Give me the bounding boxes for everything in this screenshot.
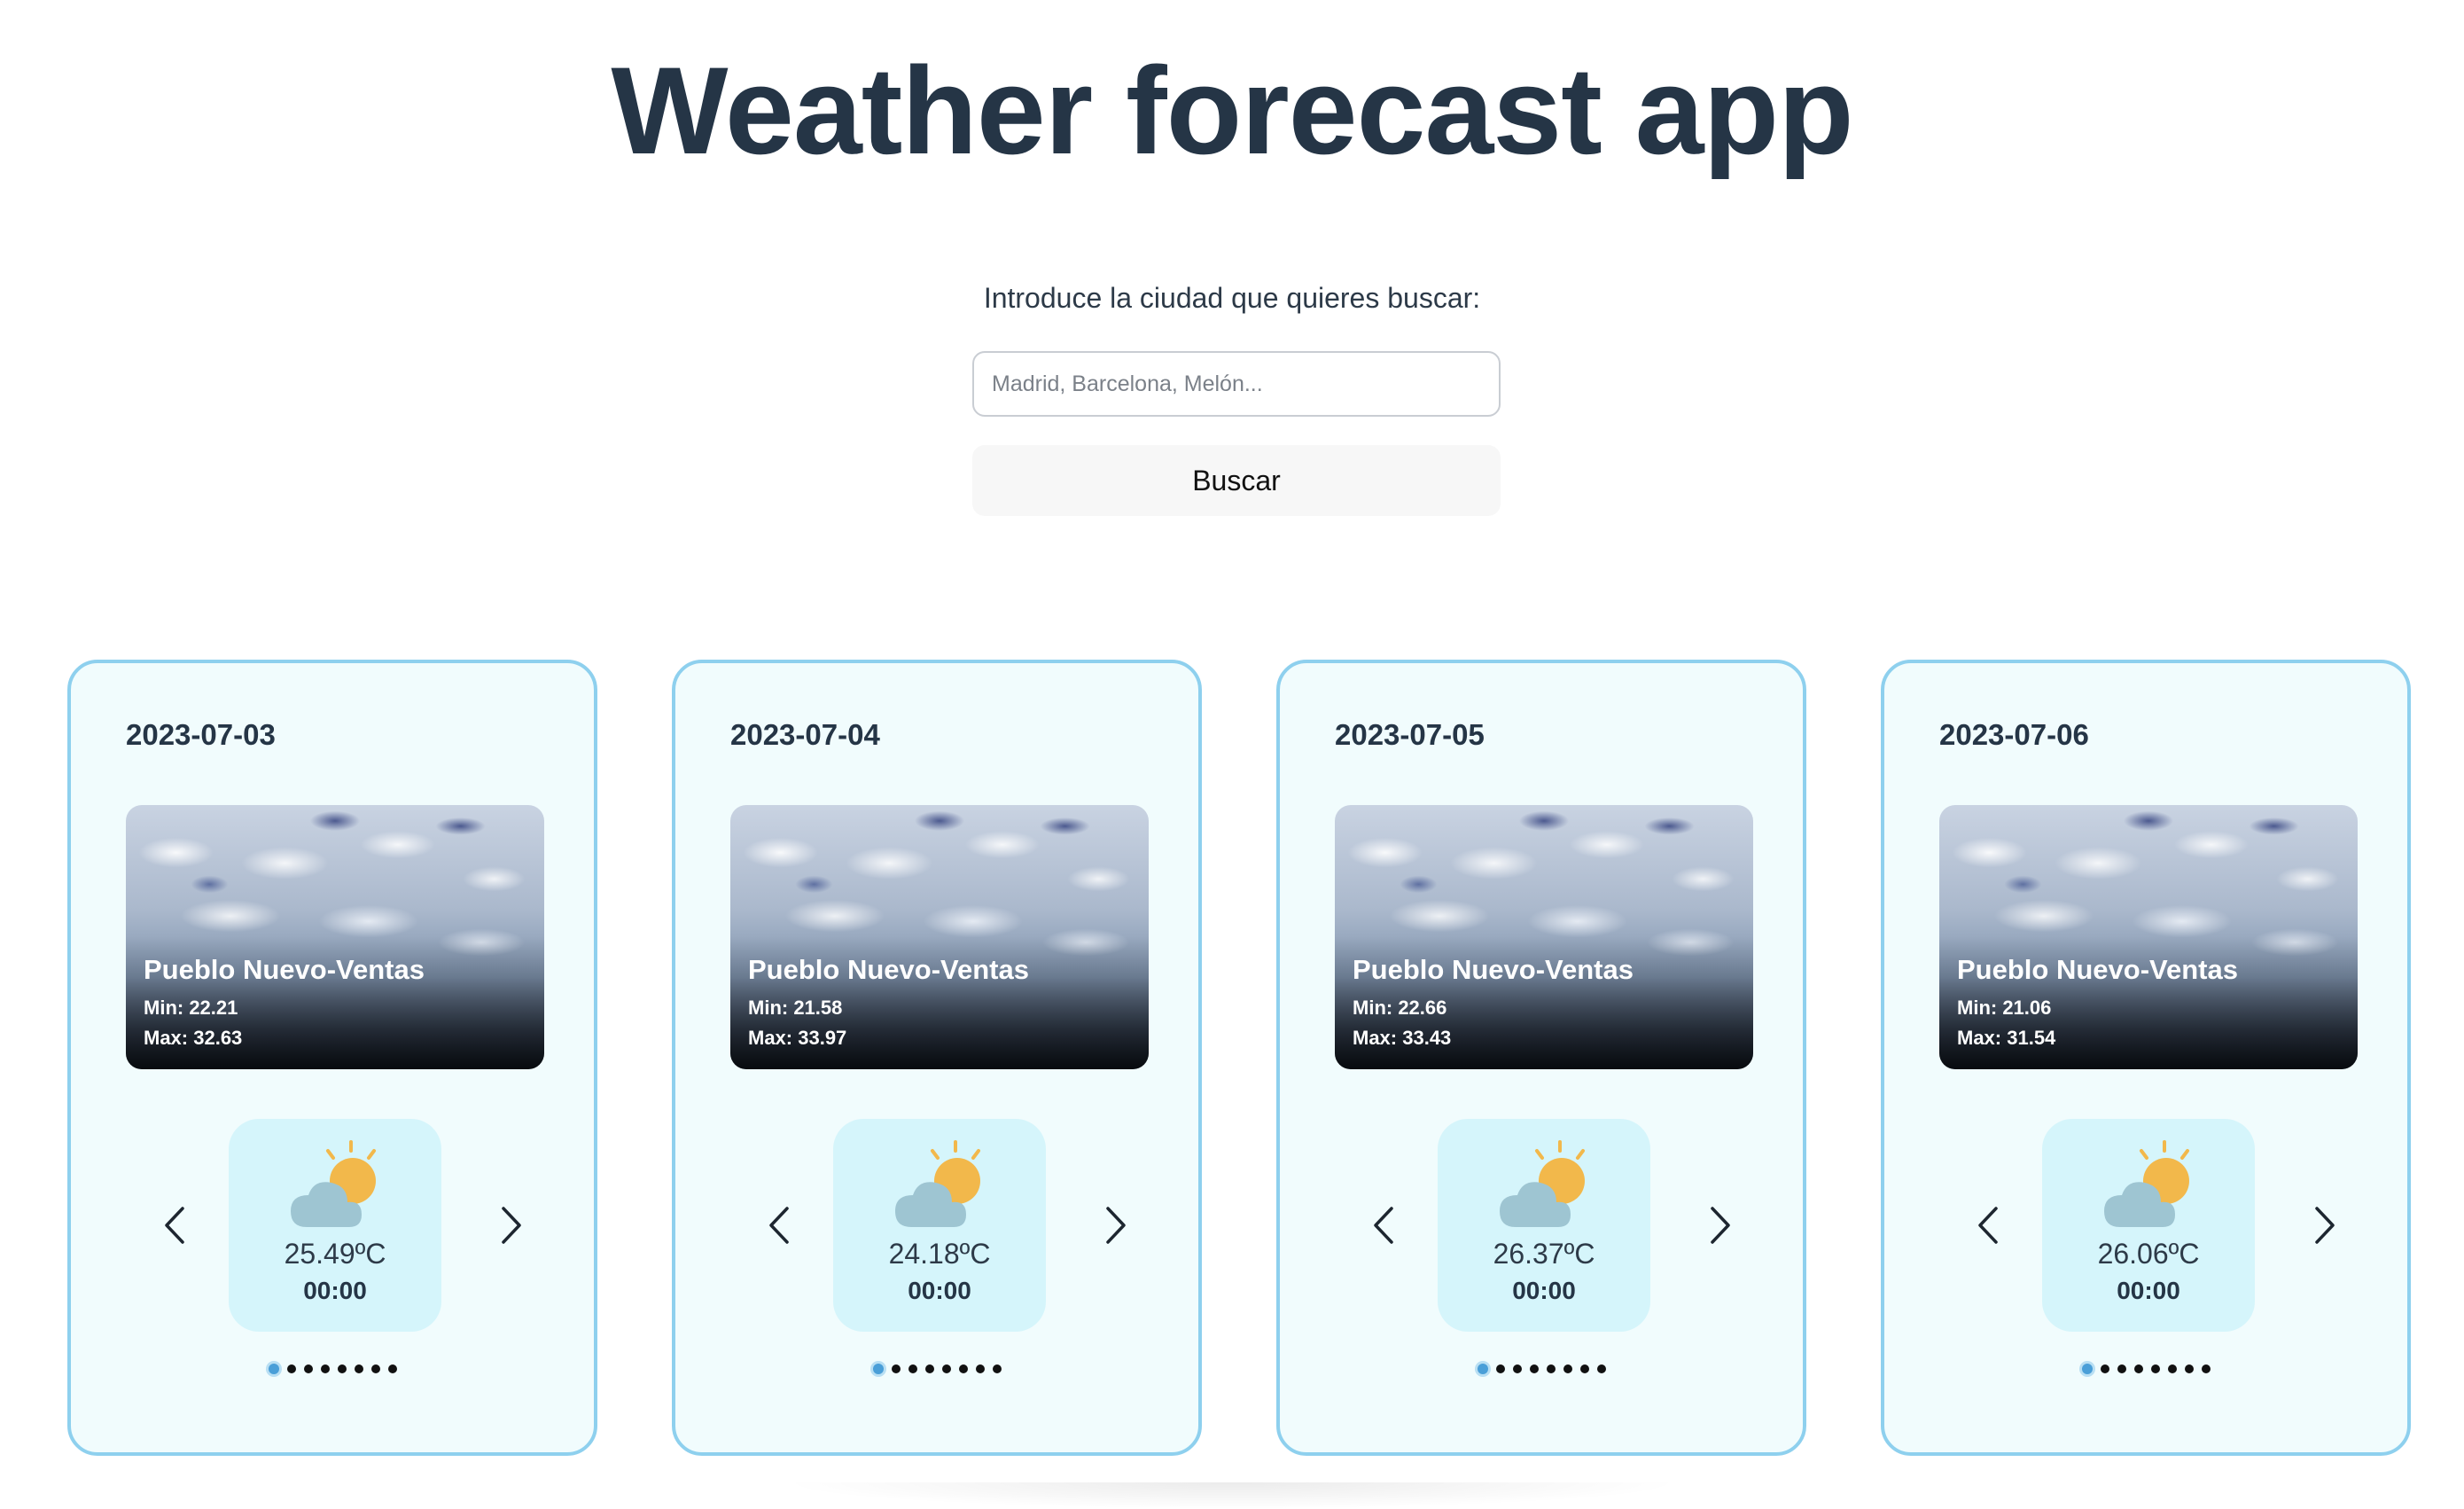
max-temp: Max: 33.97 [748,1027,847,1049]
city-photo: Pueblo Nuevo-Ventas Min: 21.58 Max: 33.9… [730,805,1149,1069]
slider-dot[interactable] [337,1364,347,1373]
city-name: Pueblo Nuevo-Ventas [1957,954,2238,985]
hourly-temperature: 24.18ºC [888,1238,991,1270]
city-name: Pueblo Nuevo-Ventas [748,954,1029,985]
card-date: 2023-07-06 [1939,718,2089,751]
slider-dot[interactable] [2117,1364,2126,1373]
hourly-temperature: 26.37ºC [1493,1238,1595,1270]
partly-cloudy-icon [1500,1140,1585,1227]
card-date: 2023-07-05 [1335,718,1485,751]
hourly-time: 00:00 [2117,1277,2180,1304]
slider-dot[interactable] [958,1364,968,1373]
partly-cloudy-icon [291,1140,376,1227]
slider-dot[interactable] [1512,1364,1522,1373]
hourly-slide: 25.49ºC 00:00 [229,1119,441,1332]
hourly-slide: 26.37ºC 00:00 [1438,1119,1650,1332]
slider-prev-button[interactable] [757,1199,801,1252]
forecast-card: 2023-07-06 Pueblo Nuevo-Ventas Min: 21.0… [1881,660,2411,1456]
slider-next-button[interactable] [489,1199,534,1252]
hourly-temperature: 25.49ºC [284,1238,386,1270]
slider-dot[interactable] [286,1364,296,1373]
card-date: 2023-07-04 [730,718,880,751]
slider-dot[interactable] [2184,1364,2194,1373]
slider-dot[interactable] [303,1364,313,1373]
chevron-left-icon [1978,1207,1998,1244]
slider-dot[interactable] [2167,1364,2177,1373]
slider-dot[interactable] [941,1364,951,1373]
slider-dot[interactable] [2133,1364,2143,1373]
min-temp: Min: 22.66 [1353,997,1447,1019]
city-photo: Pueblo Nuevo-Ventas Min: 22.66 Max: 33.4… [1335,805,1753,1069]
chevron-left-icon [769,1207,789,1244]
partly-cloudy-icon [2104,1140,2189,1227]
min-temp: Min: 22.21 [144,997,238,1019]
slider-dot[interactable] [1477,1364,1488,1374]
page-title: Weather forecast app [611,41,1853,180]
hourly-time: 00:00 [908,1277,971,1304]
chevron-left-icon [165,1207,184,1244]
chevron-right-icon [502,1207,521,1244]
slider-dots [675,1364,1198,1374]
min-temp: Min: 21.58 [748,997,843,1019]
chevron-left-icon [1374,1207,1393,1244]
forecast-card: 2023-07-05 Pueblo Nuevo-Ventas Min: 22.6… [1276,660,1806,1456]
hourly-temperature: 26.06ºC [2097,1238,2200,1270]
min-temp: Min: 21.06 [1957,997,2052,1019]
slider-dots [1280,1364,1803,1374]
search-button[interactable]: Buscar [972,445,1501,516]
slider-prev-button[interactable] [152,1199,197,1252]
slider-next-button[interactable] [1094,1199,1138,1252]
slider-next-button[interactable] [1698,1199,1743,1252]
slider-dot[interactable] [908,1364,917,1373]
slider-dot[interactable] [992,1364,1002,1373]
slider-dot[interactable] [354,1364,363,1373]
slider-dot[interactable] [975,1364,985,1373]
search-label: Introduce la ciudad que quieres buscar: [983,282,1481,314]
slider-dot[interactable] [370,1364,380,1373]
max-temp: Max: 33.43 [1353,1027,1452,1049]
slider-dot[interactable] [2081,1364,2093,1374]
hourly-time: 00:00 [1512,1277,1576,1304]
slider-dot[interactable] [387,1364,397,1373]
hourly-slide: 24.18ºC 00:00 [833,1119,1046,1332]
slider-dot[interactable] [268,1364,279,1374]
slider-dot[interactable] [2150,1364,2160,1373]
partly-cloudy-icon [895,1140,980,1227]
city-search-input[interactable] [972,351,1501,417]
slider-dot[interactable] [1579,1364,1589,1373]
slider-dot[interactable] [2201,1364,2211,1373]
city-name: Pueblo Nuevo-Ventas [144,954,425,985]
slider-dot[interactable] [872,1364,884,1374]
slider-prev-button[interactable] [1361,1199,1406,1252]
city-name: Pueblo Nuevo-Ventas [1353,954,1634,985]
chevron-right-icon [1711,1207,1730,1244]
slider-dots [71,1364,594,1374]
page-shadow [780,1482,1684,1509]
slider-dot[interactable] [1563,1364,1572,1373]
slider-dot[interactable] [1495,1364,1505,1373]
slider-dots [1884,1364,2407,1374]
slider-dot[interactable] [924,1364,934,1373]
card-date: 2023-07-03 [126,718,276,751]
slider-dot[interactable] [320,1364,330,1373]
hourly-time: 00:00 [303,1277,367,1304]
slider-dot[interactable] [1546,1364,1556,1373]
slider-dot[interactable] [2100,1364,2109,1373]
slider-next-button[interactable] [2303,1199,2347,1252]
city-photo: Pueblo Nuevo-Ventas Min: 21.06 Max: 31.5… [1939,805,2358,1069]
slider-dot[interactable] [1596,1364,1606,1373]
slider-dot[interactable] [1529,1364,1539,1373]
max-temp: Max: 31.54 [1957,1027,2056,1049]
hourly-slide: 26.06ºC 00:00 [2042,1119,2255,1332]
chevron-right-icon [2315,1207,2335,1244]
max-temp: Max: 32.63 [144,1027,243,1049]
chevron-right-icon [1106,1207,1126,1244]
forecast-card: 2023-07-04 Pueblo Nuevo-Ventas Min: 21.5… [672,660,1202,1456]
city-photo: Pueblo Nuevo-Ventas Min: 22.21 Max: 32.6… [126,805,544,1069]
slider-prev-button[interactable] [1966,1199,2010,1252]
slider-dot[interactable] [891,1364,901,1373]
forecast-card: 2023-07-03 Pueblo Nuevo-Ventas Min: 22.2… [67,660,597,1456]
